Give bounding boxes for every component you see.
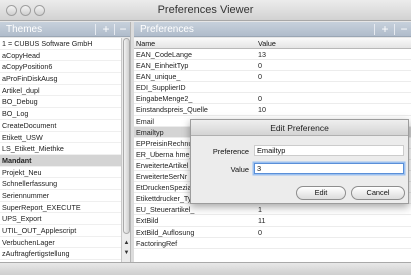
theme-list-item[interactable]: SuperReport_EXECUTE bbox=[0, 202, 121, 214]
preference-name-cell: EAN_EinheitTyp bbox=[136, 61, 189, 71]
themes-list[interactable]: 1 = CUBUS Software GmbH aCopyHead aCopyPos… bbox=[0, 38, 121, 262]
table-row[interactable]: EAN_EinheitTyp 0 bbox=[134, 60, 411, 72]
bottom-bar bbox=[0, 262, 411, 275]
preference-value-cell: 0 bbox=[258, 227, 262, 237]
theme-list-item[interactable]: 1 = CUBUS Software GmbH bbox=[0, 38, 121, 50]
theme-list-item[interactable]: UPS_Export bbox=[0, 213, 121, 225]
preference-value-cell: 10 bbox=[258, 105, 266, 115]
preference-label: Preference bbox=[212, 147, 249, 156]
preference-name-cell: EDI_SupplierID bbox=[136, 83, 186, 93]
theme-list-item[interactable]: Seriennummer bbox=[0, 190, 121, 202]
divider bbox=[114, 24, 115, 35]
table-row[interactable]: ExtBild 11 bbox=[134, 215, 411, 227]
theme-list-item[interactable]: UTIL_OUT_Applescript bbox=[0, 225, 121, 237]
themes-header-label: Themes bbox=[6, 24, 43, 35]
theme-list-item[interactable]: Etikett_USW bbox=[0, 132, 121, 144]
preference-value-cell: 1 bbox=[258, 205, 262, 215]
preferences-header: Preferences + − bbox=[134, 22, 411, 37]
theme-list-item[interactable]: Projekt_Neu bbox=[0, 167, 121, 179]
themes-header: Themes + − bbox=[0, 22, 130, 37]
divider bbox=[394, 24, 395, 35]
preference-name-cell: Einstandspreis_Quelle bbox=[136, 105, 208, 115]
divider bbox=[374, 24, 375, 35]
preferences-header-label: Preferences bbox=[140, 24, 194, 35]
preference-name-field: Emailtyp bbox=[254, 145, 404, 156]
add-preference-button[interactable]: + bbox=[378, 22, 392, 37]
edit-preference-dialog: Edit Preference Preference Emailtyp Valu… bbox=[190, 119, 409, 204]
table-row[interactable]: EU_Steuerartikel_ 1 bbox=[134, 204, 411, 216]
table-row[interactable]: FactoringRef bbox=[134, 238, 411, 249]
table-header: Name Value bbox=[134, 38, 411, 49]
remove-preference-button[interactable]: − bbox=[397, 22, 411, 37]
theme-list-item[interactable]: CreateDocument bbox=[0, 120, 121, 132]
table-row[interactable]: EAN_unique_ 0 bbox=[134, 71, 411, 83]
theme-list-item[interactable]: zAuftragfertigstellung bbox=[0, 248, 121, 261]
theme-list-item[interactable]: Artikel_dupl bbox=[0, 85, 121, 97]
edit-button[interactable]: Edit bbox=[296, 186, 346, 200]
add-theme-button[interactable]: + bbox=[99, 22, 113, 37]
column-header-name[interactable]: Name bbox=[136, 38, 155, 49]
title-bar: Preferences Viewer bbox=[0, 0, 411, 21]
preference-name-cell: ExtBild_Auflosung bbox=[136, 227, 195, 237]
preference-name-cell: EingabeMenge2_ bbox=[136, 94, 193, 104]
theme-list-item[interactable]: Mandant bbox=[0, 154, 121, 167]
theme-list-item[interactable]: BO_Log bbox=[0, 108, 121, 120]
preference-name-cell: EAN_CodeLange bbox=[136, 50, 192, 59]
preference-name-cell: ExtBild bbox=[136, 216, 159, 226]
theme-list-item[interactable]: aCopyHead bbox=[0, 50, 121, 62]
cancel-button[interactable]: Cancel bbox=[351, 186, 405, 200]
table-row[interactable]: EingabeMenge2_ 0 bbox=[134, 93, 411, 105]
theme-list-item[interactable]: VerbuchenLager bbox=[0, 237, 121, 249]
remove-theme-button[interactable]: − bbox=[116, 22, 130, 37]
table-row[interactable]: ExtBild_Auflosung 0 bbox=[134, 227, 411, 238]
table-row[interactable]: Einstandspreis_Quelle 10 bbox=[134, 104, 411, 116]
preference-name-cell: EU_Steuerartikel_ bbox=[136, 205, 195, 215]
preferences-viewer-window: Preferences Viewer Themes + − Preference… bbox=[0, 0, 411, 275]
preference-value-cell: 13 bbox=[258, 50, 266, 59]
themes-scrollbar[interactable]: ▲ ▼ bbox=[121, 38, 130, 262]
table-row[interactable]: EDI_SupplierID bbox=[134, 82, 411, 94]
preference-value-cell: 0 bbox=[258, 94, 262, 104]
theme-list-item[interactable]: BO_Debug bbox=[0, 96, 121, 109]
value-label: Value bbox=[230, 165, 249, 174]
theme-list-item[interactable]: Schnellerfassung bbox=[0, 178, 121, 190]
theme-list-item[interactable]: aCopyPosition6 bbox=[0, 61, 121, 74]
column-header-value[interactable]: Value bbox=[258, 38, 276, 49]
divider bbox=[95, 24, 96, 35]
table-row[interactable]: EAN_CodeLange 13 bbox=[134, 49, 411, 61]
theme-list-item[interactable]: aProFinDiskAusg bbox=[0, 73, 121, 85]
preference-name-cell: EAN_unique_ bbox=[136, 72, 181, 82]
preference-value-cell: 0 bbox=[258, 72, 262, 82]
window-title: Preferences Viewer bbox=[157, 4, 254, 16]
value-input[interactable]: 3 bbox=[254, 163, 404, 174]
theme-list-item[interactable]: LS_Etikett_Miethke bbox=[0, 143, 121, 155]
preference-name-cell: FactoringRef bbox=[136, 238, 178, 248]
preference-value-cell: 11 bbox=[258, 216, 266, 226]
preference-value-cell: 0 bbox=[258, 61, 262, 71]
dialog-title: Edit Preference bbox=[191, 120, 408, 136]
scroll-thumb[interactable] bbox=[123, 38, 130, 234]
